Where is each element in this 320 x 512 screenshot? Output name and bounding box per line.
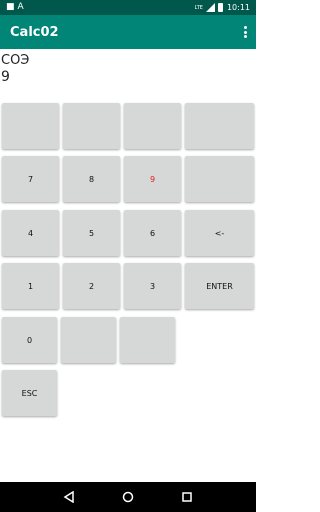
display: СОЭ 9 [1,53,29,86]
esc-key[interactable]: ESC [2,370,57,416]
status-time: 10:11 [226,3,250,12]
battery-icon [217,3,223,12]
back-icon[interactable] [61,489,77,505]
status-bar: ■ A LTE 10:11 [0,0,256,15]
backspace-key[interactable]: <- [185,210,254,256]
enter-key[interactable]: ENTER [185,263,254,309]
key-blank-1[interactable] [2,103,59,149]
key-8[interactable]: 8 [63,156,120,202]
more-vert-icon[interactable] [240,24,250,40]
download-icon: A [17,2,24,12]
key-2[interactable]: 2 [63,263,120,309]
key-9[interactable]: 9 [124,156,181,202]
key-blank-6[interactable] [61,317,116,363]
key-blank-7[interactable] [120,317,175,363]
key-5[interactable]: 5 [63,210,120,256]
display-label: СОЭ [1,53,30,68]
key-4[interactable]: 4 [2,210,59,256]
app-title: Calc02 [10,24,59,40]
key-1[interactable]: 1 [2,263,59,309]
key-6[interactable]: 6 [124,210,181,256]
key-7[interactable]: 7 [2,156,59,202]
key-blank-3[interactable] [124,103,181,149]
recents-icon[interactable] [179,489,195,505]
key-3[interactable]: 3 [124,263,181,309]
navigation-bar [0,482,256,512]
signal-icon [205,3,215,12]
key-blank-2[interactable] [63,103,120,149]
display-value: 9 [1,69,10,85]
key-blank-5[interactable] [185,156,254,202]
app-bar: Calc02 [0,15,256,49]
home-icon[interactable] [120,489,136,505]
key-blank-4[interactable] [185,103,254,149]
android-icon: ■ [6,2,15,12]
key-0[interactable]: 0 [2,317,57,363]
lte-label: LTE [194,4,203,11]
